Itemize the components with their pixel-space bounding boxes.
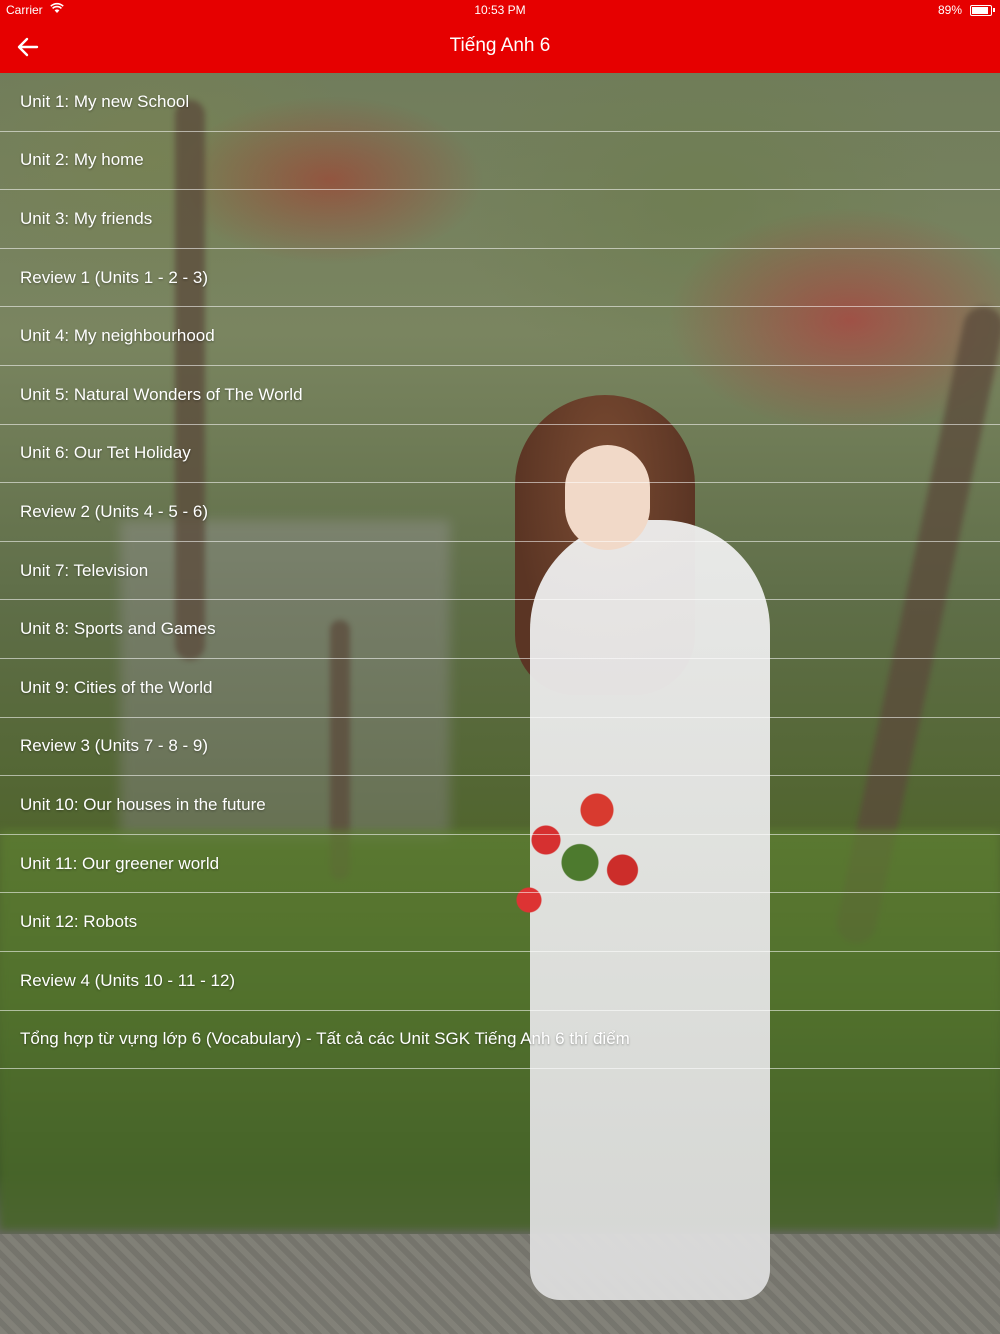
unit-list: Unit 1: My new School Unit 2: My home Un… bbox=[0, 73, 1000, 1070]
battery-cap bbox=[993, 8, 995, 12]
status-bar: Carrier 10:53 PM 89% bbox=[0, 0, 1000, 20]
background-pavement bbox=[0, 1234, 1000, 1334]
status-time: 10:53 PM bbox=[474, 3, 526, 17]
page-title: Tiếng Anh 6 bbox=[449, 35, 551, 56]
unit-list-item[interactable]: Unit 12: Robots bbox=[0, 893, 1000, 952]
unit-list-item[interactable]: Tổng hợp từ vựng lớp 6 (Vocabulary) - Tấ… bbox=[0, 1011, 1000, 1070]
app-screen: Carrier 10:53 PM 89% Tiếng Anh 6 Unit 1:… bbox=[0, 0, 1000, 1334]
back-button[interactable] bbox=[8, 28, 48, 66]
unit-list-item[interactable]: Unit 5: Natural Wonders of The World bbox=[0, 366, 1000, 425]
unit-list-item[interactable]: Unit 4: My neighbourhood bbox=[0, 307, 1000, 366]
navigation-bar: Tiếng Anh 6 bbox=[0, 20, 1000, 73]
unit-list-item[interactable]: Review 3 (Units 7 - 8 - 9) bbox=[0, 718, 1000, 777]
unit-list-item[interactable]: Unit 1: My new School bbox=[0, 73, 1000, 132]
unit-list-item[interactable]: Unit 10: Our houses in the future bbox=[0, 776, 1000, 835]
unit-list-item[interactable]: Review 4 (Units 10 - 11 - 12) bbox=[0, 952, 1000, 1011]
unit-list-item[interactable]: Review 1 (Units 1 - 2 - 3) bbox=[0, 249, 1000, 308]
unit-list-item[interactable]: Unit 7: Television bbox=[0, 542, 1000, 601]
battery-icon bbox=[970, 5, 992, 16]
unit-list-item[interactable]: Unit 2: My home bbox=[0, 132, 1000, 191]
unit-list-item[interactable]: Unit 3: My friends bbox=[0, 190, 1000, 249]
unit-list-item[interactable]: Review 2 (Units 4 - 5 - 6) bbox=[0, 483, 1000, 542]
unit-list-item[interactable]: Unit 11: Our greener world bbox=[0, 835, 1000, 894]
battery-percentage: 89% bbox=[937, 3, 962, 17]
unit-list-item[interactable]: Unit 6: Our Tet Holiday bbox=[0, 425, 1000, 484]
arrow-left-icon bbox=[17, 37, 39, 57]
unit-list-item[interactable]: Unit 9: Cities of the World bbox=[0, 659, 1000, 718]
unit-list-item[interactable]: Unit 8: Sports and Games bbox=[0, 600, 1000, 659]
